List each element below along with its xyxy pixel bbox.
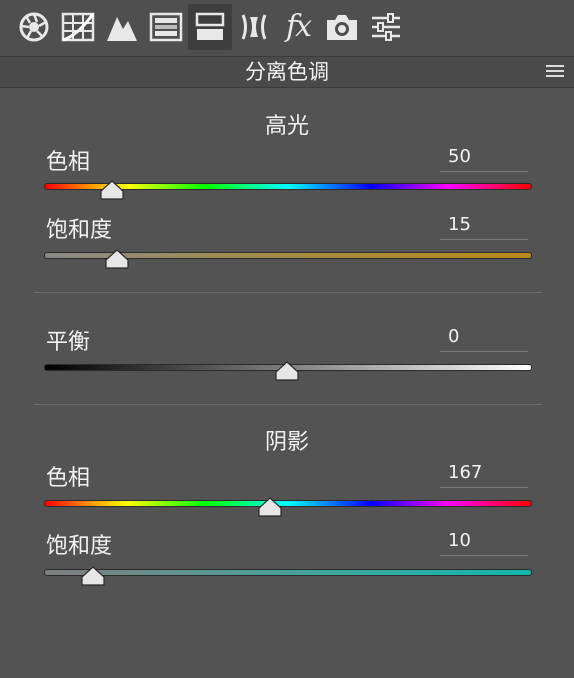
- detail-mountain-icon: [107, 17, 137, 41]
- highlights-saturation-label: 饱和度: [46, 218, 113, 243]
- hsl-panel-icon: [149, 12, 183, 42]
- balance-value[interactable]: 0: [440, 326, 528, 352]
- shadows-saturation-value[interactable]: 10: [440, 530, 528, 556]
- panel-title: 分离色调: [245, 60, 329, 84]
- camera-calibration-icon: [327, 15, 357, 40]
- split-toning-icon: [195, 12, 225, 40]
- tool-hsl[interactable]: [144, 4, 188, 50]
- tool-detail[interactable]: [100, 4, 144, 50]
- presets-sliders-icon: [372, 13, 400, 41]
- shadows-hue-label: 色相: [46, 466, 91, 491]
- tool-presets[interactable]: [364, 4, 408, 50]
- fx-icon: fx: [285, 9, 312, 44]
- highlights-saturation-value[interactable]: 15: [440, 214, 528, 240]
- toolbar: fx: [0, 0, 574, 56]
- highlights-hue-thumb[interactable]: [99, 180, 125, 200]
- panel-header: 分离色调: [0, 56, 574, 88]
- highlights-hue-value[interactable]: 50: [440, 146, 528, 172]
- shadows-saturation-thumb[interactable]: [80, 566, 106, 586]
- tone-curve-grid-icon: [61, 12, 95, 42]
- panel-menu-icon[interactable]: [546, 65, 564, 79]
- shadows-title: 阴影: [264, 430, 309, 455]
- basic-aperture-icon: [19, 12, 49, 42]
- balance-thumb[interactable]: [274, 361, 300, 381]
- balance-label: 平衡: [46, 330, 91, 355]
- tool-lens-correction[interactable]: [232, 4, 276, 50]
- tool-tone-curve[interactable]: [56, 4, 100, 50]
- highlights-saturation-thumb[interactable]: [104, 249, 130, 269]
- lens-correction-icon: [241, 14, 267, 40]
- shadows-hue-slider[interactable]: [44, 500, 532, 507]
- tool-effects[interactable]: fx: [276, 4, 320, 50]
- divider: [34, 292, 542, 293]
- shadows-saturation-slider[interactable]: [44, 569, 532, 576]
- shadows-saturation-label: 饱和度: [46, 534, 113, 559]
- shadows-hue-value[interactable]: 167: [440, 462, 528, 488]
- shadows-hue-thumb[interactable]: [257, 497, 283, 517]
- tool-basic[interactable]: [12, 4, 56, 50]
- tool-split-toning[interactable]: [188, 4, 232, 50]
- highlights-hue-label: 色相: [46, 150, 91, 175]
- tool-camera-calibration[interactable]: [320, 4, 364, 50]
- divider: [34, 404, 542, 405]
- highlights-title: 高光: [264, 114, 309, 139]
